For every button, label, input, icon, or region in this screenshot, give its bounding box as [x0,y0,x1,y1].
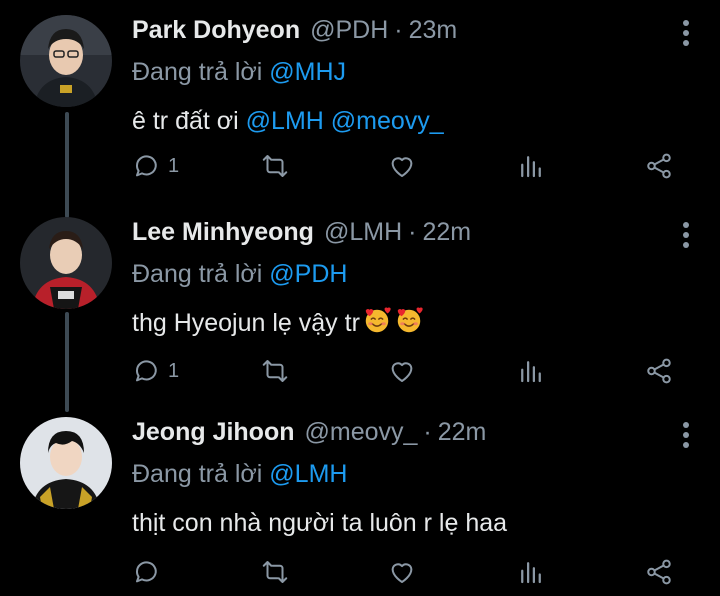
tweet-text: thịt con nhà người ta luôn r lẹ haa [132,504,507,542]
tweet-text: ê tr đất ơi @LMH @meovy_ [132,102,444,140]
like-button[interactable] [387,146,417,186]
replying-to: Đang trả lời @LMH [132,456,347,492]
reply-count: 1 [168,154,180,177]
action-bar: 1 [0,351,720,391]
replying-to: Đang trả lời @MHJ [132,54,346,90]
analytics-icon [521,156,541,178]
tweet-text-content: ê tr đất ơi [132,107,239,135]
more-options-icon[interactable] [682,422,690,448]
replying-to-mention[interactable]: @MHJ [269,58,346,86]
tweet-text-content: thg Hyeojun lẹ vậy tr [132,309,360,337]
smiling-face-with-hearts-icon [397,307,423,333]
share-icon [647,358,671,384]
replying-to-mention[interactable]: @LMH [269,460,347,488]
tweet-header: Lee Minhyeong @LMH · 22m [132,212,471,252]
avatar[interactable] [20,217,112,309]
retweet-icon [262,155,288,177]
reply-icon [136,360,157,382]
like-button[interactable] [387,552,417,592]
reply-button[interactable]: 1 [132,351,179,391]
reply-icon [136,561,157,583]
smiling-face-with-hearts-icon [365,307,391,333]
timestamp[interactable]: 23m [409,10,458,50]
share-button[interactable] [644,351,674,391]
tweet[interactable]: Lee Minhyeong @LMH · 22m Đang trả lời @P… [0,212,720,402]
share-button[interactable] [644,552,674,592]
reply-button[interactable]: 1 [132,146,179,186]
reply-button[interactable] [132,552,168,592]
retweet-button[interactable] [260,146,290,186]
heart-icon [391,563,413,583]
avatar-image [20,15,112,107]
timestamp[interactable]: 22m [438,412,487,452]
user-handle[interactable]: @meovy_ [305,412,418,452]
heart-icon [391,157,413,177]
user-handle[interactable]: @PDH [310,10,388,50]
reply-icon [136,155,157,177]
retweet-button[interactable] [260,351,290,391]
tweet-text: thg Hyeojun lẹ vậy tr [132,304,424,342]
separator: · [408,218,417,246]
replying-to-label: Đang trả lời [132,260,263,288]
analytics-button[interactable] [516,351,546,391]
analytics-icon [521,361,541,383]
action-bar [0,552,720,592]
more-options-icon[interactable] [682,20,690,46]
analytics-icon [521,562,541,584]
separator: · [394,16,403,44]
retweet-icon [262,561,288,583]
more-options-icon[interactable] [682,222,690,248]
replying-to-label: Đang trả lời [132,460,263,488]
replying-to-label: Đang trả lời [132,58,263,86]
display-name[interactable]: Jeong Jihoon [132,412,295,452]
heart-icon [391,362,413,382]
retweet-button[interactable] [260,552,290,592]
avatar[interactable] [20,417,112,509]
mention-link[interactable]: @meovy_ [331,107,444,135]
separator: · [423,418,432,446]
tweet-text-content: thịt con nhà người ta luôn r lẹ haa [132,509,508,537]
tweet[interactable]: Jeong Jihoon @meovy_ · 22m Đang trả lời … [0,412,720,596]
mention-link[interactable]: @LMH [246,107,324,135]
replying-to: Đang trả lời @PDH [132,256,347,292]
tweet-header: Park Dohyeon @PDH · 23m [132,10,457,50]
share-button[interactable] [644,146,674,186]
tweet-header: Jeong Jihoon @meovy_ · 22m [132,412,486,452]
reply-count: 1 [168,359,180,382]
display-name[interactable]: Lee Minhyeong [132,212,314,252]
replying-to-mention[interactable]: @PDH [269,260,347,288]
like-button[interactable] [387,351,417,391]
avatar-image [20,217,112,309]
avatar-image [20,417,112,509]
action-bar: 1 [0,146,720,186]
analytics-button[interactable] [516,146,546,186]
display-name[interactable]: Park Dohyeon [132,10,300,50]
avatar[interactable] [20,15,112,107]
share-icon [647,559,671,585]
timestamp[interactable]: 22m [422,212,471,252]
retweet-icon [262,360,288,382]
share-icon [647,153,671,179]
user-handle[interactable]: @LMH [324,212,402,252]
analytics-button[interactable] [516,552,546,592]
tweet[interactable]: Park Dohyeon @PDH · 23m Đang trả lời @MH… [0,10,720,200]
